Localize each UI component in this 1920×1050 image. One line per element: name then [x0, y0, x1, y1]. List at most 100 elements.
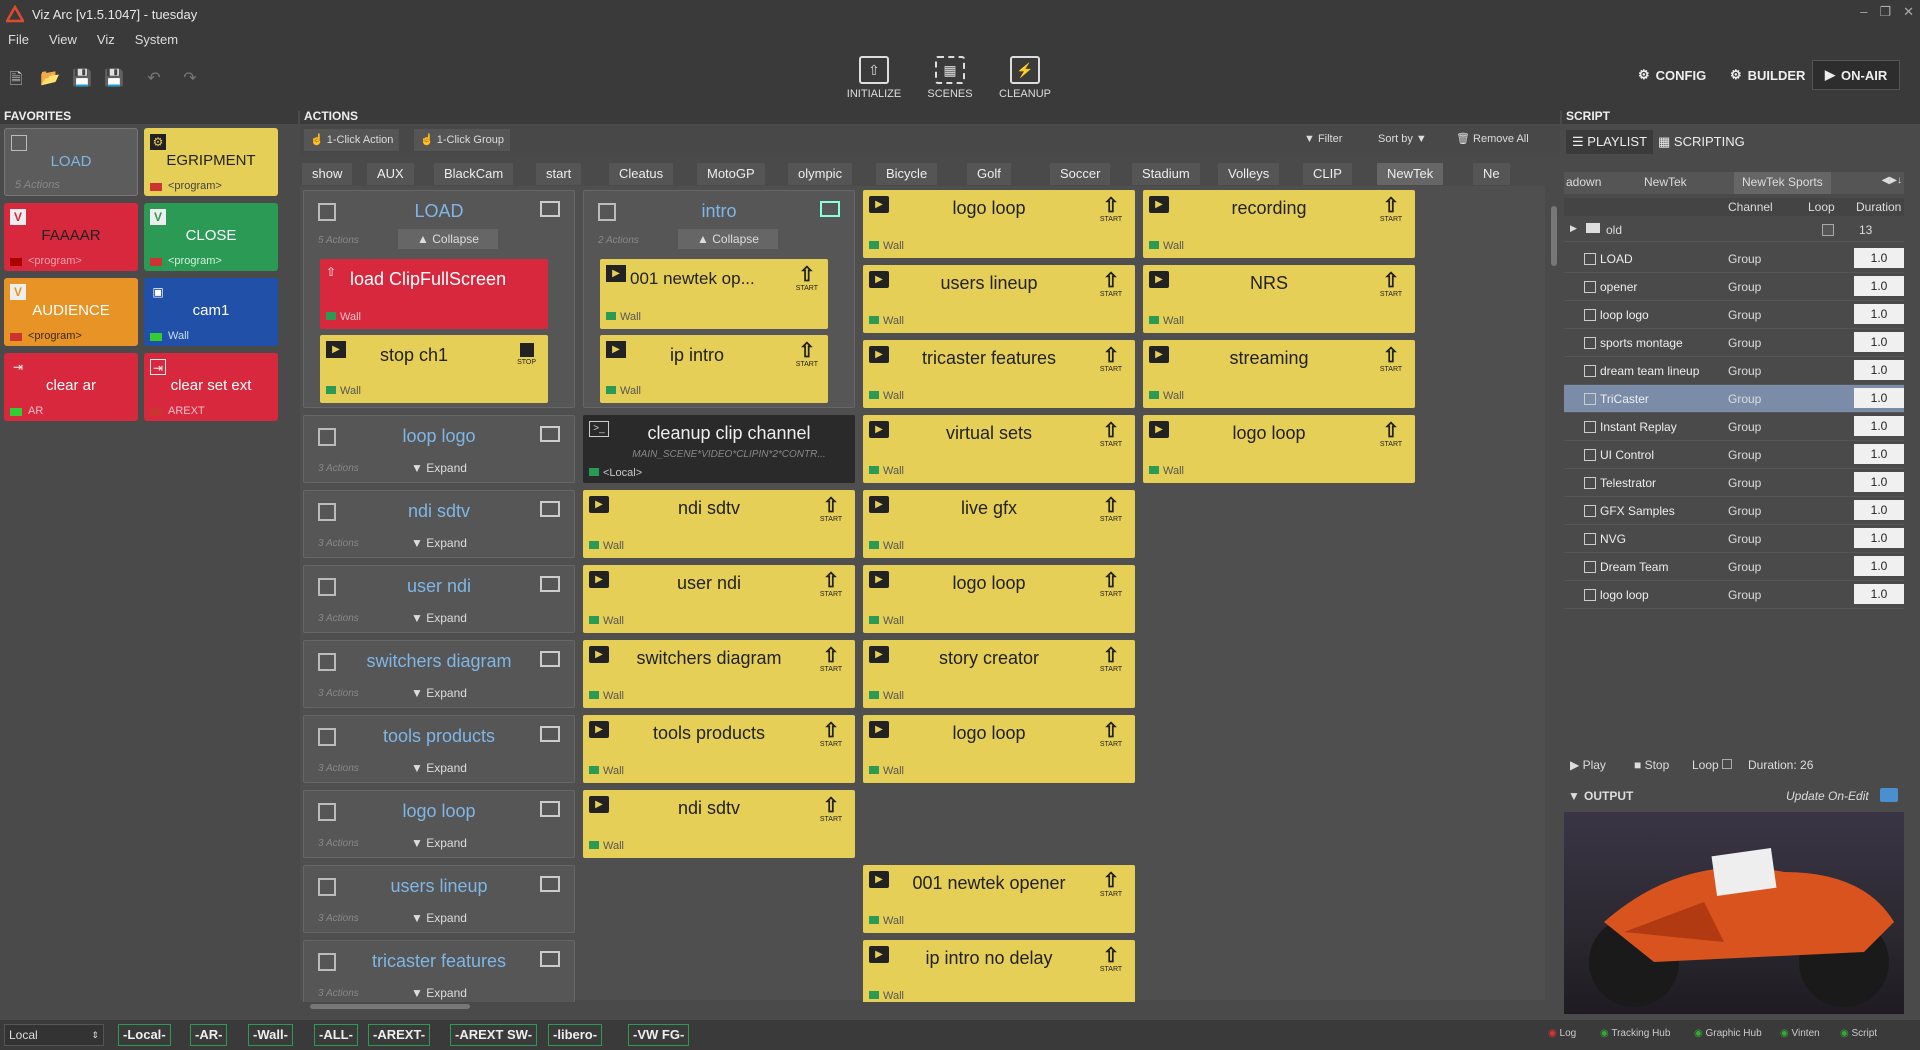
script-row[interactable]: loop logo Group 1.0 — [1564, 301, 1904, 329]
start-button[interactable]: ⇧ START — [796, 341, 818, 368]
tab-7[interactable]: Bicycle — [876, 163, 938, 185]
start-button[interactable]: ⇧ START — [1097, 496, 1125, 523]
start-button[interactable]: ⇧ START — [1097, 271, 1125, 298]
expand-button[interactable]: ▼ Expand — [304, 911, 574, 925]
script-row[interactable]: TriCaster Group 1.0 — [1564, 385, 1904, 413]
open-group-icon[interactable] — [820, 201, 840, 217]
collapse-button[interactable]: ▲ Collapse — [678, 229, 778, 249]
row-duration[interactable]: 1.0 — [1854, 584, 1904, 604]
action-tile[interactable]: ▶ ndi sdtv ⇧ START Wall — [583, 490, 855, 558]
action-tile[interactable]: ▶ logo loop ⇧ START Wall — [863, 190, 1135, 258]
group-tile[interactable]: user ndi 3 Actions ▼ Expand — [303, 565, 575, 633]
on-air-button[interactable]: ▶ ON-AIR — [1812, 60, 1901, 90]
script-row[interactable]: GFX Samples Group 1.0 — [1564, 497, 1904, 525]
script-row[interactable]: NVG Group 1.0 — [1564, 525, 1904, 553]
script-row[interactable]: logo loop Group 1.0 — [1564, 581, 1904, 609]
start-button[interactable]: ⇧ START — [817, 796, 845, 823]
open-folder-icon[interactable]: 📂 — [40, 68, 60, 88]
actions-vertical-scrollbar[interactable] — [1548, 186, 1560, 1000]
expand-button[interactable]: ▼ Expand — [304, 461, 574, 475]
action-tile[interactable]: ▶ tricaster features ⇧ START Wall — [863, 340, 1135, 408]
script-row[interactable]: sports montage Group 1.0 — [1564, 329, 1904, 357]
subtab-adown[interactable]: adown — [1566, 175, 1601, 189]
favorite-close[interactable]: V CLOSE <program> — [144, 203, 278, 271]
ip-intro-action[interactable]: ▶ ip intro ⇧ START Wall — [600, 335, 828, 403]
tab-2[interactable]: BlackCam — [434, 163, 514, 185]
stop-button[interactable]: ■ Stop — [1634, 758, 1669, 772]
channel-pill[interactable]: -AREXT SW- — [450, 1024, 538, 1046]
folder-row-old[interactable]: ▶ old 13 — [1564, 218, 1904, 242]
undo-icon[interactable]: ↶ — [144, 68, 164, 88]
scrollbar-thumb[interactable] — [310, 1004, 470, 1009]
action-tile[interactable]: ▶ recording ⇧ START Wall — [1143, 190, 1415, 258]
expand-arrow-icon[interactable]: ▶ — [1570, 223, 1577, 234]
scrollbar-thumb[interactable] — [1551, 206, 1557, 266]
restore-icon[interactable]: ❐ — [1879, 4, 1891, 20]
expand-button[interactable]: ▼ Expand — [304, 761, 574, 775]
favorite-audience[interactable]: V AUDIENCE <program> — [4, 278, 138, 346]
play-button[interactable]: ▶ Play — [1570, 758, 1606, 772]
loop-checkbox[interactable] — [1822, 224, 1834, 236]
status-item[interactable]: ◉ Log — [1548, 1028, 1576, 1039]
action-tile[interactable]: ▶ logo loop ⇧ START Wall — [863, 565, 1135, 633]
row-duration[interactable]: 1.0 — [1854, 388, 1904, 408]
scenes-button[interactable]: ▦ SCENES — [920, 56, 980, 100]
row-duration[interactable]: 1.0 — [1854, 332, 1904, 352]
subtab-scroll-icon[interactable]: ◀▶↓ — [1882, 175, 1902, 186]
remove-all-button[interactable]: 🗑 Remove All — [1456, 132, 1529, 145]
tab-9[interactable]: Soccer — [1050, 163, 1111, 185]
group-tile[interactable]: ndi sdtv 3 Actions ▼ Expand — [303, 490, 575, 558]
expand-button[interactable]: ▼ Expand — [304, 686, 574, 700]
tab-14[interactable]: Ne — [1473, 163, 1510, 185]
action-tile[interactable]: ▶ logo loop ⇧ START Wall — [1143, 415, 1415, 483]
subtab-newtek[interactable]: NewTek — [1644, 175, 1687, 189]
open-group-icon[interactable] — [540, 501, 560, 517]
open-group-icon[interactable] — [540, 726, 560, 742]
open-group-icon[interactable] — [540, 876, 560, 892]
group-tile[interactable]: users lineup 3 Actions ▼ Expand — [303, 865, 575, 933]
actions-horizontal-scrollbar[interactable] — [300, 1002, 1545, 1012]
script-row[interactable]: Telestrator Group 1.0 — [1564, 469, 1904, 497]
channel-pill[interactable]: -AR- — [190, 1024, 228, 1046]
action-tile[interactable]: ▶ users lineup ⇧ START Wall — [863, 265, 1135, 333]
row-duration[interactable]: 1.0 — [1854, 248, 1904, 268]
script-row[interactable]: opener Group 1.0 — [1564, 273, 1904, 301]
action-tile[interactable]: ▶ live gfx ⇧ START Wall — [863, 490, 1135, 558]
expand-button[interactable]: ▼ Expand — [304, 536, 574, 550]
cleanup-button[interactable]: ⚡ CLEANUP — [995, 56, 1055, 100]
channel-pill[interactable]: -ALL- — [314, 1024, 358, 1046]
action-tile[interactable]: ▶ story creator ⇧ START Wall — [863, 640, 1135, 708]
action-tile[interactable]: ▶ tools products ⇧ START Wall — [583, 715, 855, 783]
start-button[interactable]: ⇧ START — [817, 571, 845, 598]
row-duration[interactable]: 1.0 — [1854, 304, 1904, 324]
config-button[interactable]: ⚙ CONFIG — [1626, 60, 1718, 90]
action-tile[interactable]: ▶ user ndi ⇧ START Wall — [583, 565, 855, 633]
action-tile[interactable]: ▶ logo loop ⇧ START Wall — [863, 715, 1135, 783]
close-icon[interactable]: ✕ — [1903, 4, 1914, 20]
expand-button[interactable]: ▼ Expand — [304, 836, 574, 850]
minimize-icon[interactable]: – — [1860, 4, 1867, 20]
start-button[interactable]: ⇧ START — [1097, 871, 1125, 898]
start-button[interactable]: ⇧ START — [1097, 571, 1125, 598]
action-tile[interactable]: ▶ NRS ⇧ START Wall — [1143, 265, 1415, 333]
status-item[interactable]: ◉ Script — [1840, 1028, 1877, 1039]
tab-11[interactable]: Volleys — [1218, 163, 1280, 185]
action-tile[interactable]: ▶ streaming ⇧ START Wall — [1143, 340, 1415, 408]
menu-system[interactable]: System — [135, 32, 178, 47]
script-row[interactable]: Dream Team Group 1.0 — [1564, 553, 1904, 581]
group-load[interactable]: LOAD 5 Actions ▲ Collapse ⇧ load ClipFul… — [303, 190, 575, 408]
start-button[interactable]: ⇧ START — [1097, 196, 1125, 223]
new-file-icon[interactable]: 🗎 — [6, 68, 26, 88]
row-duration[interactable]: 1.0 — [1854, 556, 1904, 576]
stop-button[interactable]: STOP — [517, 343, 536, 366]
expand-button[interactable]: ▼ Expand — [304, 611, 574, 625]
group-tile[interactable]: loop logo 3 Actions ▼ Expand — [303, 415, 575, 483]
tab-10[interactable]: Stadium — [1132, 163, 1200, 185]
group-tile[interactable]: tools products 3 Actions ▼ Expand — [303, 715, 575, 783]
open-group-icon[interactable] — [540, 651, 560, 667]
start-button[interactable]: ⇧ START — [1097, 421, 1125, 448]
row-duration[interactable]: 1.0 — [1854, 500, 1904, 520]
menu-file[interactable]: File — [8, 32, 29, 47]
menu-view[interactable]: View — [49, 32, 77, 47]
favorite-clear-set-ext[interactable]: ⇥ clear set ext AREXT — [144, 353, 278, 421]
